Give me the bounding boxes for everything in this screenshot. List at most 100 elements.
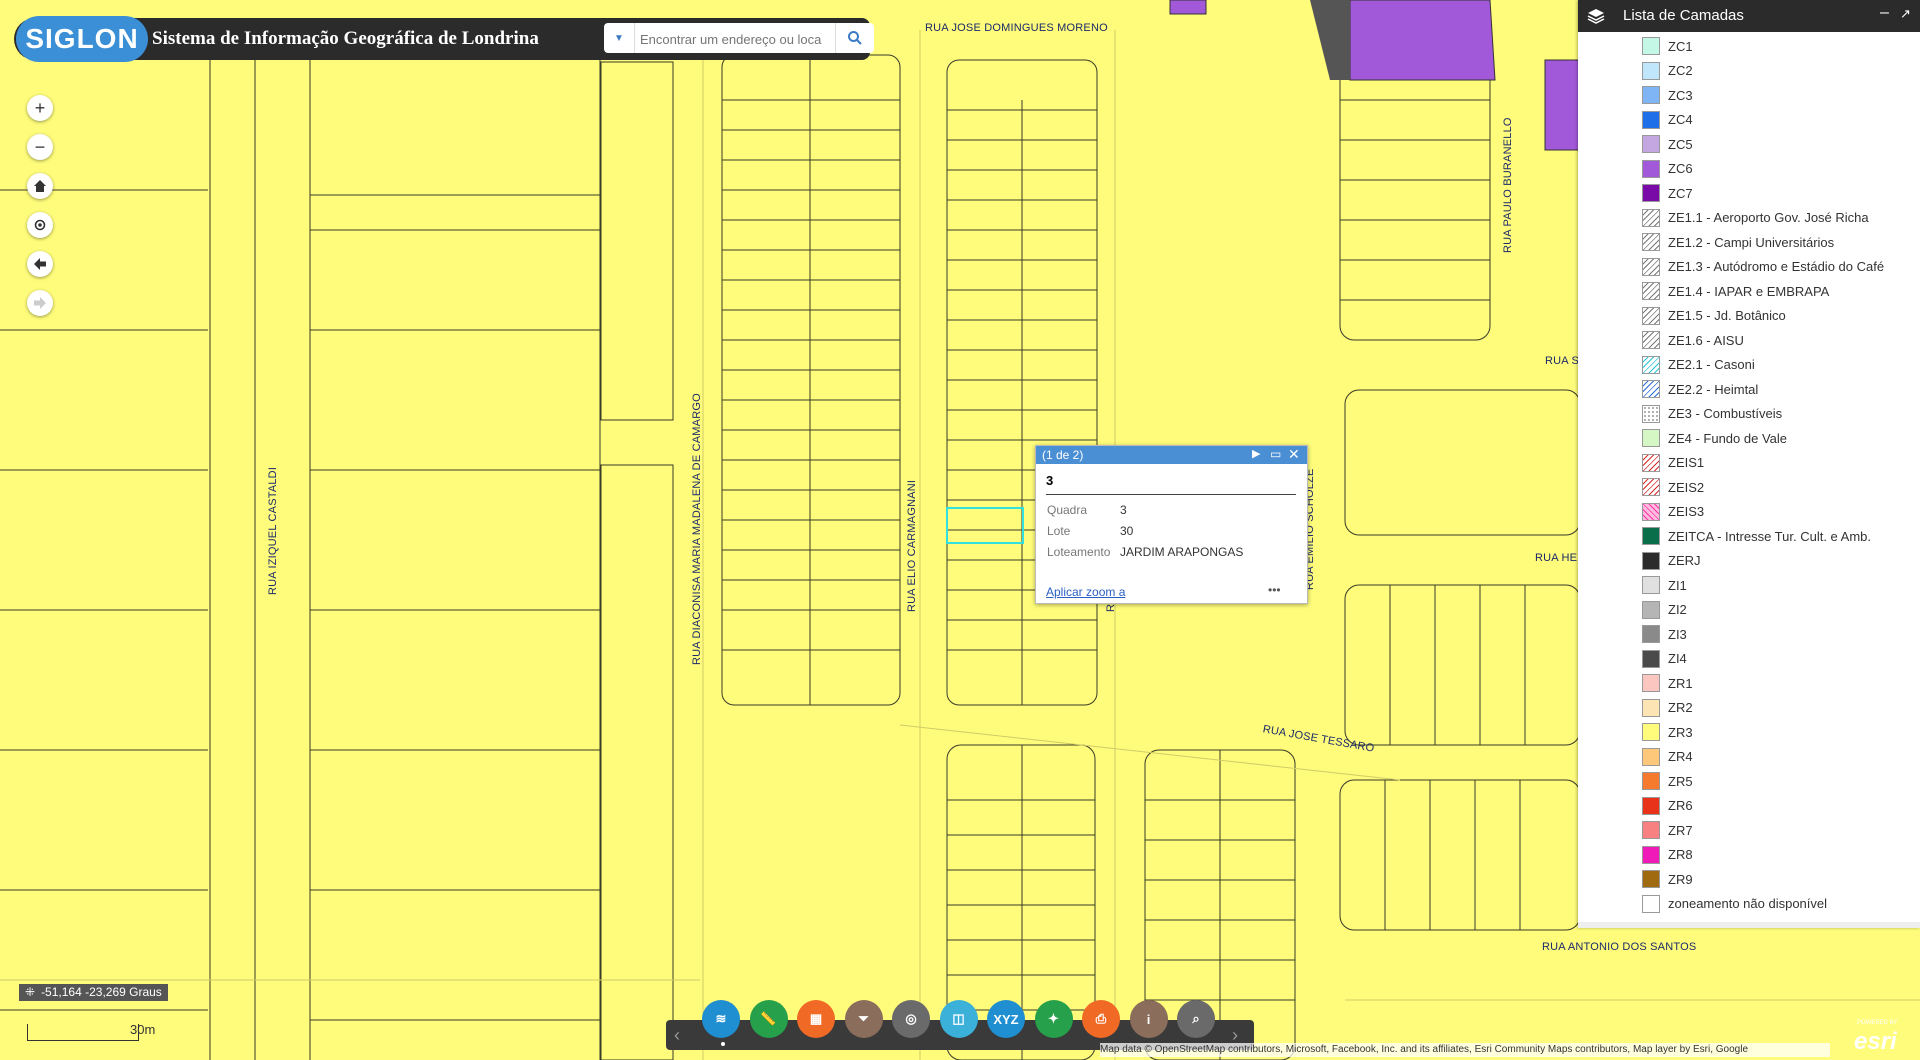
layer-legend-item[interactable]: ZI1 (1642, 573, 1687, 597)
esri-logo: esri (1854, 1028, 1897, 1055)
layer-legend-item[interactable]: ZE1.4 - IAPAR e EMBRAPA (1642, 279, 1829, 303)
layer-legend-item[interactable]: ZEITCA - Intresse Tur. Cult. e Amb. (1642, 524, 1871, 548)
zoom-in-button[interactable]: + (27, 95, 53, 121)
print-tool-button[interactable]: ⎙ (1082, 1000, 1120, 1038)
home-button[interactable] (27, 173, 53, 199)
legend-label: ZR3 (1668, 724, 1693, 740)
coordinate-readout[interactable]: ⁜ -51,164 -23,269 Graus (19, 984, 168, 1001)
layer-legend-item[interactable]: ZC3 (1642, 83, 1693, 107)
layer-legend-item[interactable]: ZE1.6 - AISU (1642, 328, 1744, 352)
layer-legend-item[interactable]: ZE1.3 - Autódromo e Estádio do Café (1642, 255, 1884, 279)
layer-legend-item[interactable]: ZC6 (1642, 157, 1693, 181)
legend-swatch (1642, 674, 1660, 692)
layer-legend-item[interactable]: ZC4 (1642, 108, 1693, 132)
layer-legend-item[interactable]: ZC7 (1642, 181, 1693, 205)
more-actions-button[interactable]: ••• (1268, 583, 1281, 597)
legend-label: ZI3 (1668, 626, 1687, 642)
maximize-icon[interactable]: ▭ (1270, 447, 1281, 461)
layer-legend-item[interactable]: ZE2.1 - Casoni (1642, 353, 1755, 377)
layer-legend-item[interactable]: ZEIS2 (1642, 475, 1704, 499)
legend-swatch (1642, 625, 1660, 643)
layer-legend-item[interactable]: ZR2 (1642, 696, 1693, 720)
legend-label: ZERJ (1668, 553, 1701, 568)
layer-legend-item[interactable]: ZE3 - Combustíveis (1642, 402, 1782, 426)
layer-legend-item[interactable]: ZI3 (1642, 622, 1687, 646)
legend-swatch (1642, 159, 1660, 178)
layer-legend-item[interactable]: ZR1 (1642, 671, 1693, 695)
layer-legend-item[interactable]: ZR7 (1642, 818, 1693, 842)
legend-swatch (1642, 355, 1660, 374)
layer-legend-item[interactable]: ZE2.2 - Heimtal (1642, 377, 1758, 401)
scrollbar[interactable] (1578, 922, 1920, 928)
layer-legend-item[interactable]: zoneamento não disponível (1642, 892, 1827, 916)
zoom-out-button[interactable]: − (27, 134, 53, 160)
layer-legend-item[interactable]: ZR4 (1642, 745, 1693, 769)
field-label: Lote (1047, 524, 1071, 538)
search-input[interactable] (638, 27, 832, 51)
legend-label: ZR5 (1668, 773, 1693, 789)
toolbar-prev-button[interactable]: ‹ (674, 1025, 680, 1046)
legend-label: ZE1.2 - Campi Universitários (1668, 234, 1835, 250)
legend-swatch (1642, 331, 1660, 349)
share-icon: ✦ (1048, 1011, 1059, 1026)
layer-legend-item[interactable]: ZEIS3 (1642, 500, 1704, 524)
locate-button[interactable] (27, 212, 53, 238)
minimize-icon[interactable]: – (1880, 4, 1889, 22)
query-tool-button[interactable]: ⌕ (1177, 1000, 1215, 1038)
layer-legend-item[interactable]: ZE1.2 - Campi Universitários (1642, 230, 1834, 254)
layer-legend-item[interactable]: ZE1.1 - Aeroporto Gov. José Richa (1642, 206, 1869, 230)
locate-icon: ◎ (905, 1011, 917, 1026)
layer-legend-item[interactable]: ZR5 (1642, 769, 1693, 793)
layer-legend-item[interactable]: ZE4 - Fundo de Vale (1642, 426, 1787, 450)
legend-label: ZI1 (1668, 577, 1687, 593)
layer-legend-item[interactable]: ZR6 (1642, 794, 1693, 818)
field-value: 3 (1120, 503, 1127, 517)
swipe-tool-button[interactable]: ◫ (939, 1000, 978, 1038)
legend-swatch (1642, 845, 1660, 864)
about-tool-button[interactable]: i (1129, 1000, 1168, 1038)
siglon-logo: SIGLON (16, 16, 148, 62)
layer-legend-item[interactable]: ZEIS1 (1642, 451, 1704, 475)
map-attribution: Map data © OpenStreetMap contributors, M… (1100, 1043, 1830, 1057)
street-label: RUA PAULO BURANELLO (1502, 117, 1514, 253)
layer-legend-item[interactable]: ZC1 (1642, 34, 1693, 58)
field-label: Quadra (1047, 503, 1088, 517)
basemap-tool-button[interactable]: ▦ (797, 1000, 835, 1038)
layer-legend-item[interactable]: ZC5 (1642, 132, 1693, 156)
layer-legend-item[interactable]: ZI2 (1642, 598, 1687, 622)
share-tool-button[interactable]: ✦ (1034, 1000, 1073, 1038)
coordinates-tool-button[interactable]: XYZ (987, 1000, 1025, 1038)
filter-tool-button[interactable]: ⏷ (844, 1000, 883, 1038)
legend-swatch (1642, 478, 1660, 496)
layer-legend-item[interactable]: ZE1.5 - Jd. Botânico (1642, 304, 1786, 328)
measure-tool-button[interactable]: 📏 (749, 1000, 788, 1038)
next-feature-icon[interactable]: ▶ (1252, 447, 1260, 460)
layer-legend-item[interactable]: ZI4 (1642, 647, 1687, 671)
legend-label: ZR8 (1668, 847, 1693, 862)
zoom-to-link[interactable]: Aplicar zoom a (1046, 585, 1125, 599)
layer-legend-item[interactable]: ZR3 (1642, 720, 1693, 744)
legend-label: ZE2.1 - Casoni (1668, 357, 1755, 372)
legend-swatch (1642, 576, 1660, 594)
legend-swatch (1642, 894, 1660, 913)
layer-legend-item[interactable]: ZC2 (1642, 59, 1693, 83)
feature-popup: (1 de 2) ▶ ▭ ✕ 3 Quadra 3 Lote 30 Loteam… (1035, 445, 1308, 604)
layers-tool-button[interactable]: ≋ (702, 1000, 740, 1038)
layer-legend-item[interactable]: ZERJ (1642, 549, 1701, 573)
legend-swatch (1642, 723, 1660, 741)
legend-label: ZEIS2 (1668, 479, 1705, 495)
locate-tool-button[interactable]: ◎ (892, 1000, 930, 1038)
layer-legend-item[interactable]: ZR9 (1642, 867, 1693, 891)
close-icon[interactable]: ✕ (1288, 446, 1300, 463)
legend-label: ZI2 (1668, 602, 1687, 617)
coordinates-icon: XYZ (993, 1011, 1019, 1027)
legend-swatch (1642, 404, 1660, 423)
legend-swatch (1642, 870, 1660, 888)
chevron-down-icon[interactable]: ▼ (604, 23, 635, 53)
layer-legend-item[interactable]: ZR8 (1642, 843, 1693, 867)
back-button[interactable] (27, 251, 53, 277)
legend-label: ZC7 (1668, 185, 1693, 201)
search-button[interactable] (835, 23, 874, 53)
forward-button[interactable] (27, 290, 53, 316)
expand-icon[interactable]: ↗ (1900, 6, 1911, 22)
